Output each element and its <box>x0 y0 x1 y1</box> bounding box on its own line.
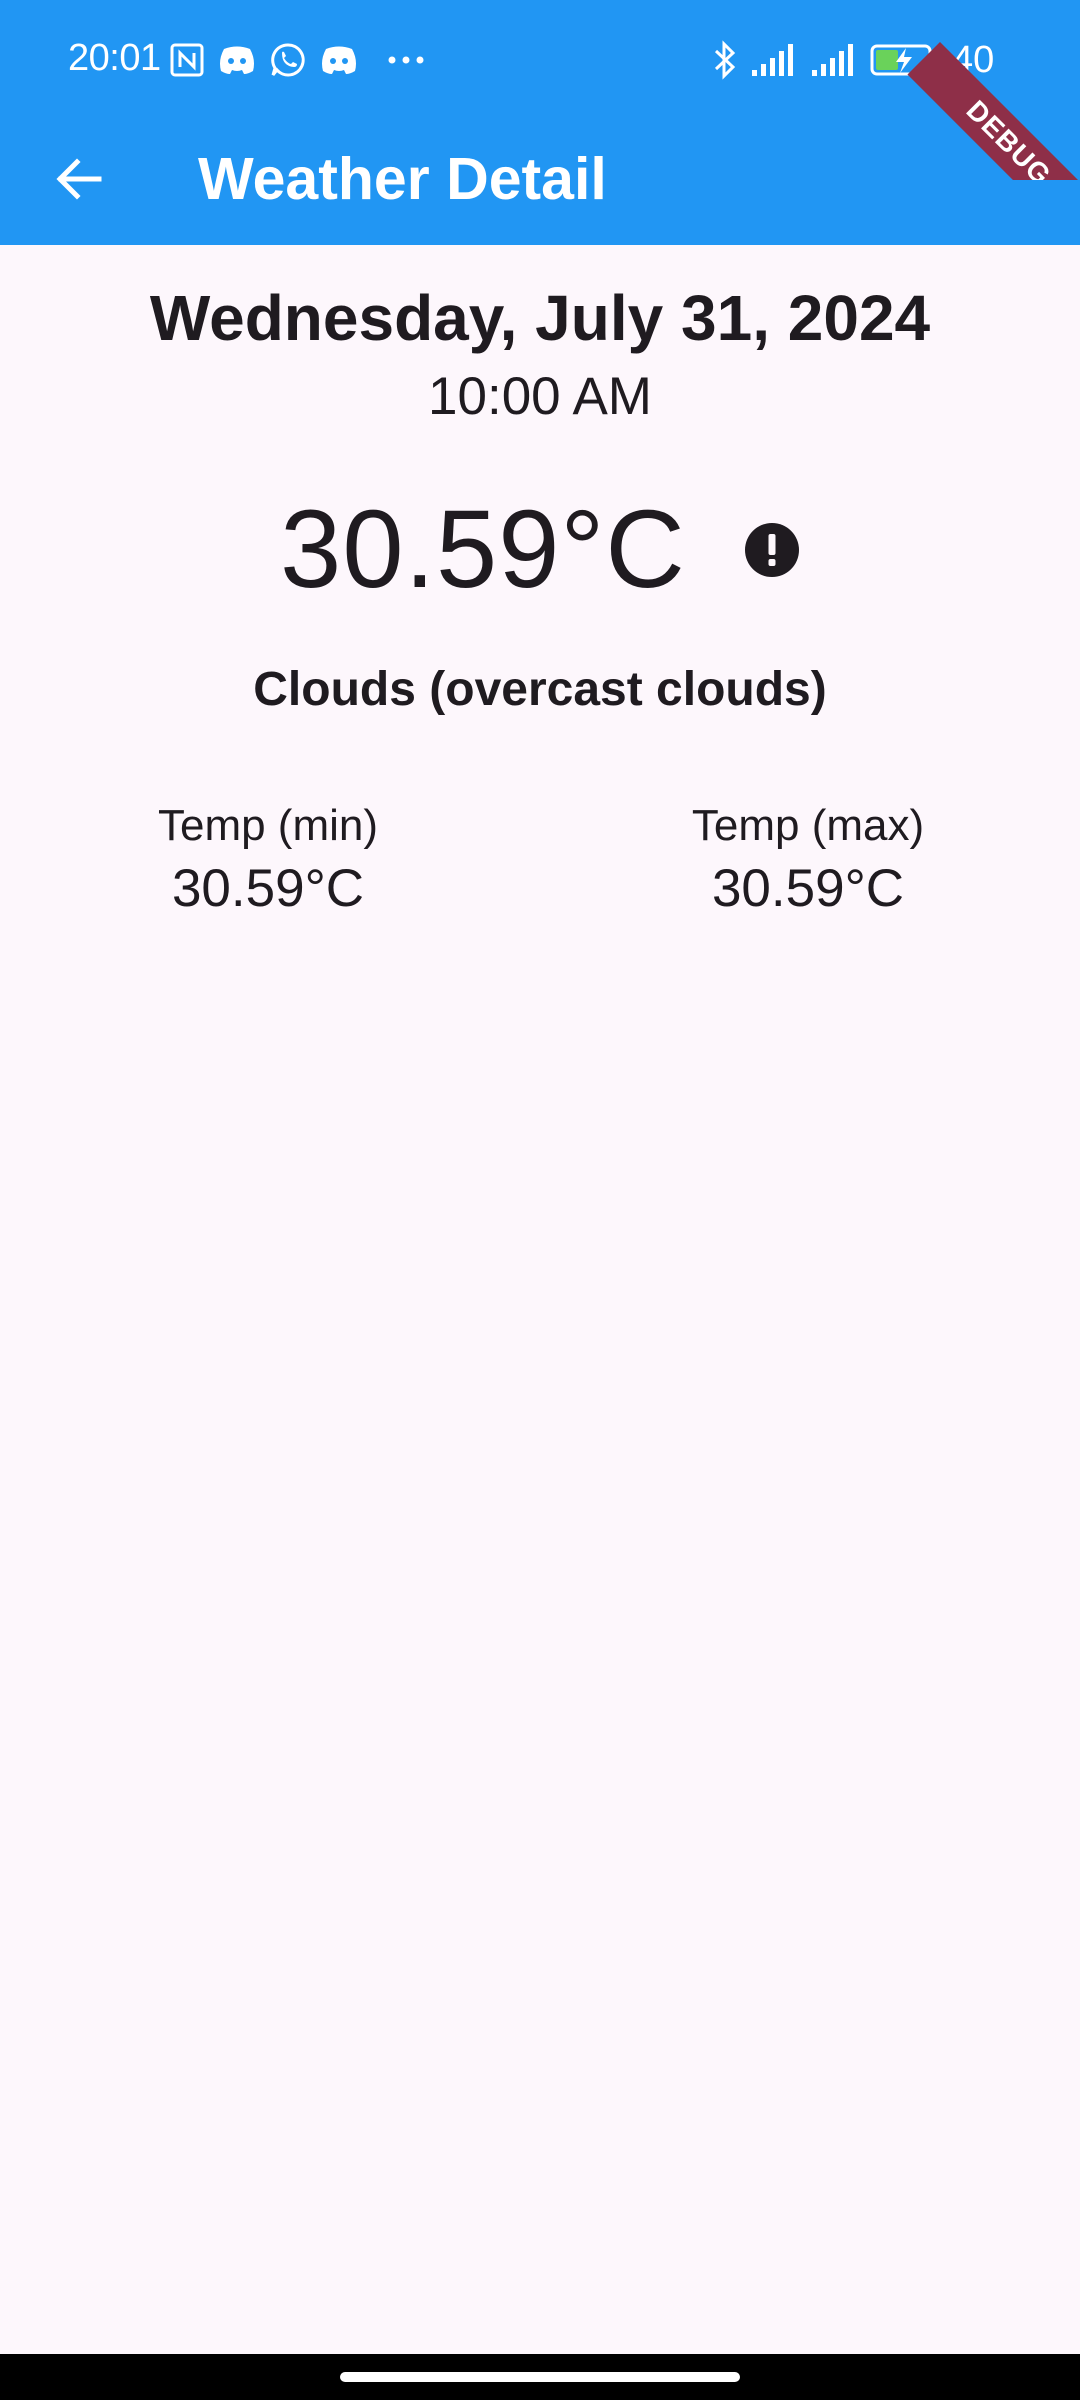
temp-min: Temp (min) 30.59°C <box>118 800 418 920</box>
more-dots-icon <box>388 56 424 64</box>
temp-max: Temp (max) 30.59°C <box>658 800 958 920</box>
forecast-date: Wednesday, July 31, 2024 <box>149 282 931 354</box>
status-bar: 20:01 40 <box>0 0 1080 118</box>
arrow-back-icon <box>56 158 102 200</box>
bluetooth-icon <box>714 40 736 80</box>
status-system-icons: 40 <box>712 36 994 84</box>
home-indicator[interactable] <box>340 2372 740 2382</box>
current-temperature: 30.59°C <box>280 488 686 611</box>
temperature-row: 30.59°C <box>0 490 1080 610</box>
temp-min-value: 30.59°C <box>171 859 365 918</box>
weather-condition: Clouds (overcast clouds) <box>253 663 827 716</box>
page-title: Weather Detail <box>198 146 607 212</box>
status-time: 20:01 <box>68 37 161 79</box>
app-header: 20:01 40 Weather Detail DEBUG <box>0 0 1080 245</box>
temp-max-value: 30.59°C <box>711 859 905 918</box>
discord-icon <box>220 46 254 74</box>
temp-max-label: Temp (max) <box>691 801 925 850</box>
alert-circle-icon <box>744 523 799 577</box>
discord-icon <box>322 46 356 74</box>
battery-charging-icon <box>870 44 937 76</box>
back-button[interactable] <box>36 136 122 222</box>
forecast-time: 10:00 AM <box>428 367 652 426</box>
temp-min-label: Temp (min) <box>157 801 379 850</box>
status-notification-icons <box>170 38 428 82</box>
nfc-icon <box>170 43 204 77</box>
signal-icon <box>812 44 853 76</box>
battery-level: 40 <box>952 39 995 81</box>
system-navigation-bar <box>0 2354 1080 2400</box>
signal-icon <box>752 44 793 76</box>
whatsapp-icon <box>271 43 305 77</box>
app-bar: Weather Detail <box>0 118 1080 245</box>
